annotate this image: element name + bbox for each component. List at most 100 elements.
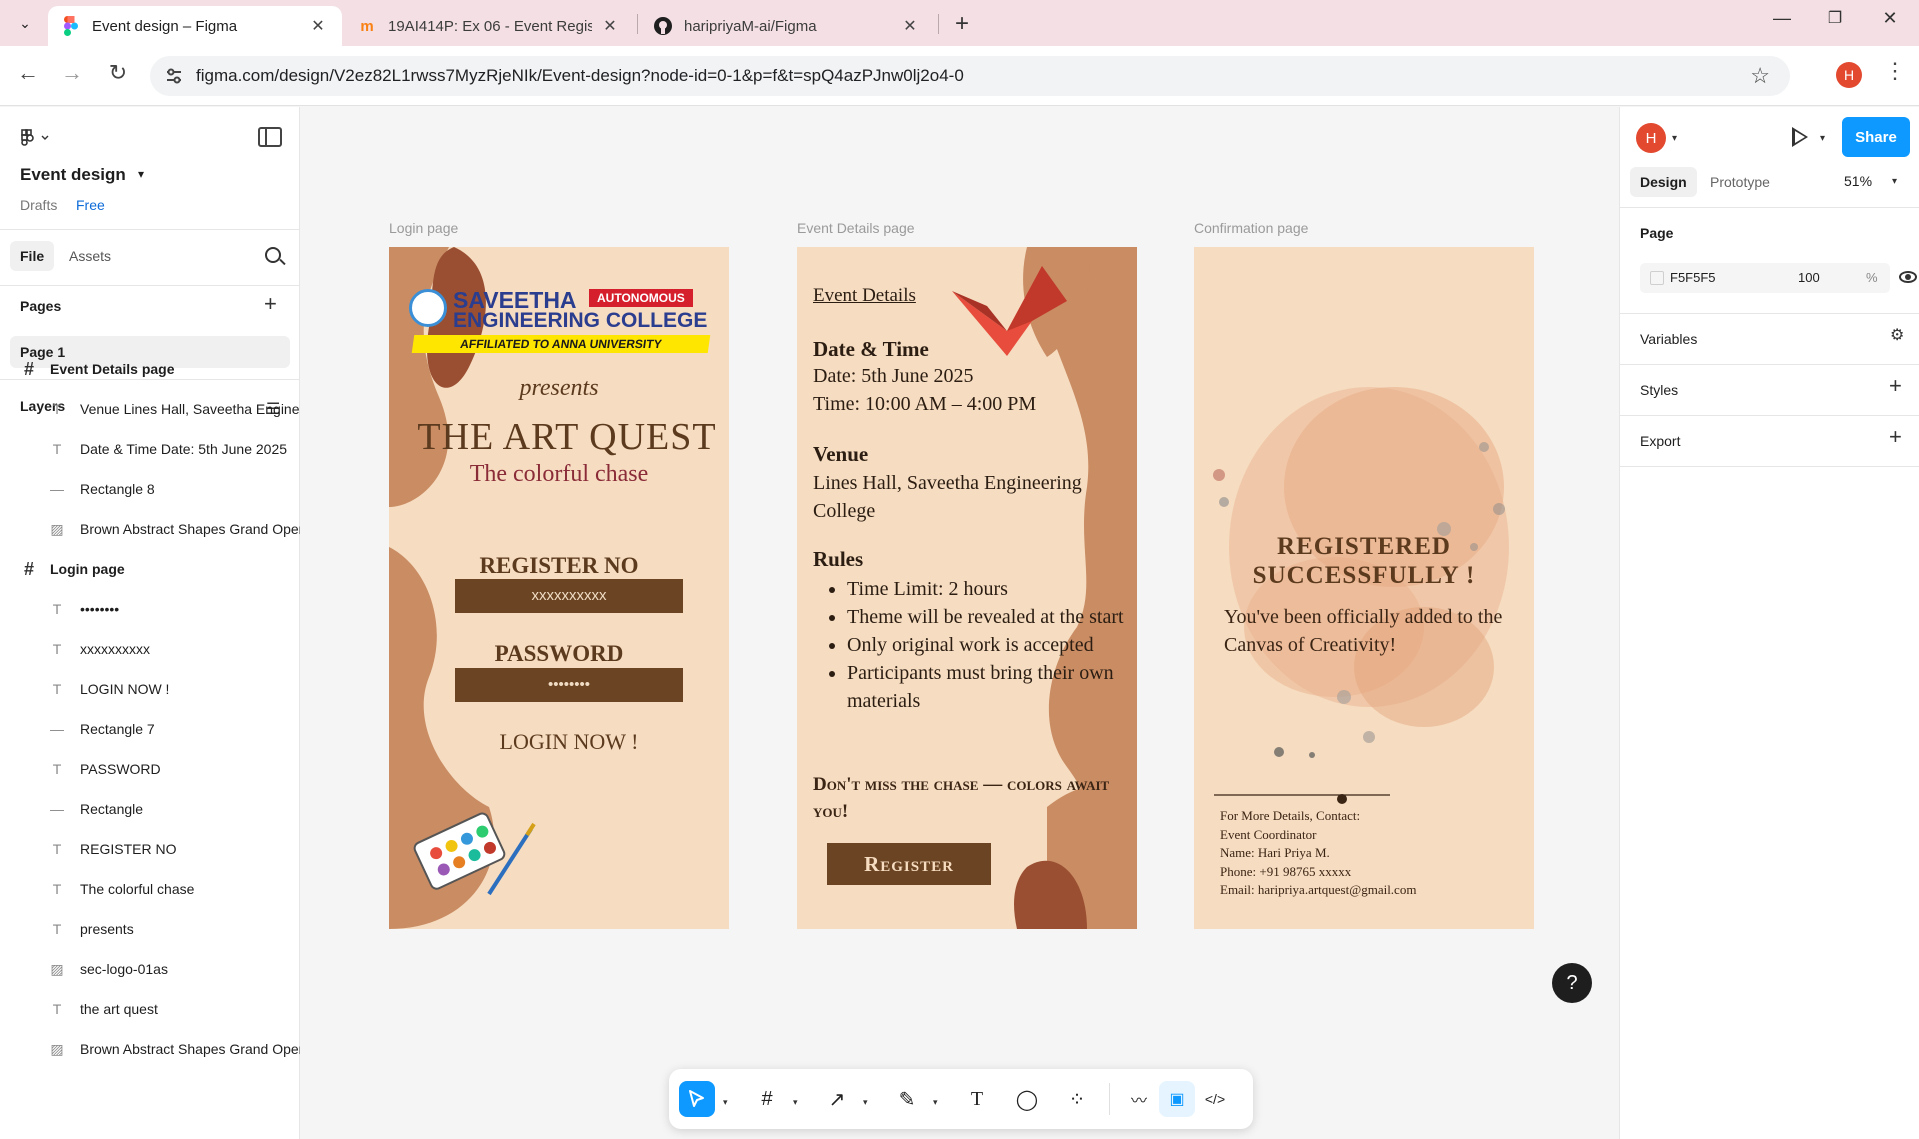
share-button[interactable]: Share — [1842, 117, 1910, 157]
frame-label-login[interactable]: Login page — [389, 220, 458, 236]
variables-section[interactable]: Variables — [1640, 331, 1697, 347]
layer-row[interactable]: # Event Details page — [0, 349, 300, 389]
line-arrow-tool-icon[interactable]: ↗ — [819, 1081, 855, 1117]
add-export-plus-icon[interactable]: + — [1889, 424, 1902, 450]
layer-row[interactable]: — Rectangle 7 — [0, 709, 300, 749]
layer-row[interactable]: T PASSWORD — [0, 749, 300, 789]
close-tab-icon[interactable]: ✕ — [600, 16, 620, 36]
layer-row[interactable]: T Venue Lines Hall, Saveetha Engineering … — [0, 389, 300, 429]
layer-row[interactable]: T •••••••• — [0, 589, 300, 629]
search-icon[interactable] — [265, 247, 281, 263]
variables-settings-icon[interactable]: ⚙ — [1890, 325, 1904, 345]
tab-moodle[interactable]: m 19AI414P: Ex 06 - Event Registr ✕ — [344, 6, 634, 46]
chevron-down-icon[interactable]: ▾ — [863, 1097, 868, 1108]
register-no-input[interactable]: xxxxxxxxxx — [455, 579, 683, 613]
login-artboard[interactable]: SAVEETHA AUTONOMOUS ENGINEERING COLLEGE … — [389, 247, 729, 929]
drafts-link[interactable]: Drafts — [20, 197, 57, 213]
chevron-down-icon[interactable]: ▾ — [1820, 133, 1825, 144]
layer-row[interactable]: ▨ sec-logo-01as — [0, 949, 300, 989]
text-tool-icon[interactable]: T — [959, 1081, 995, 1117]
layer-row[interactable]: # Login page — [0, 549, 300, 589]
file-menu-chevron-icon[interactable]: ▾ — [138, 167, 144, 181]
login-now-button[interactable]: LOGIN NOW ! — [389, 729, 729, 755]
layer-row[interactable]: Tpresents — [0, 909, 300, 949]
confirmation-artboard[interactable]: REGISTERED SUCCESSFULLY ! You've been of… — [1194, 247, 1534, 929]
layer-row[interactable]: — Rectangle — [0, 789, 300, 829]
chevron-down-icon[interactable]: ▾ — [793, 1097, 798, 1108]
layer-row[interactable]: ▨ Brown Abstract Shapes Grand Opening — [0, 509, 300, 549]
comment-tool-icon[interactable]: ◯ — [1009, 1081, 1045, 1117]
actions-tool-icon[interactable]: ⁘ — [1059, 1081, 1095, 1117]
bookmark-star-icon[interactable]: ☆ — [1750, 63, 1770, 89]
tab-file[interactable]: File — [10, 241, 55, 271]
layer-row[interactable]: T The colorful chase — [0, 869, 300, 909]
chevron-down-icon[interactable]: ▾ — [723, 1097, 728, 1108]
frame-label-confirmation[interactable]: Confirmation page — [1194, 220, 1308, 236]
file-name[interactable]: Event design — [20, 165, 126, 185]
tab-design[interactable]: Design — [1630, 167, 1697, 197]
back-arrow-icon[interactable]: ← — [12, 60, 44, 86]
tab-prototype[interactable]: Prototype — [1700, 167, 1780, 197]
close-tab-icon[interactable]: ✕ — [900, 16, 920, 36]
chevron-down-icon[interactable]: ▾ — [1892, 176, 1897, 187]
origami-crane-icon — [952, 266, 1067, 356]
collapse-sidebar-icon[interactable] — [258, 127, 282, 147]
present-play-icon[interactable] — [1792, 127, 1808, 147]
reload-icon[interactable]: ↻ — [102, 60, 134, 86]
move-tool-cursor-icon[interactable] — [679, 1081, 715, 1117]
frame-label-event-details[interactable]: Event Details page — [797, 220, 915, 236]
contact-line: Email: haripriya.artquest@gmail.com — [1220, 882, 1417, 897]
register-button[interactable]: Register — [827, 843, 991, 885]
export-section[interactable]: Export — [1640, 433, 1680, 449]
user-avatar[interactable]: H — [1636, 123, 1666, 153]
layer-name: the art quest — [80, 1001, 158, 1017]
password-input[interactable]: •••••••• — [455, 668, 683, 702]
layer-rect-icon: — — [50, 801, 64, 817]
layer-name: xxxxxxxxxx — [80, 641, 150, 657]
figma-main-menu-icon[interactable] — [20, 129, 50, 152]
forward-arrow-icon[interactable]: → — [56, 60, 88, 86]
tab-github[interactable]: haripriyaM-ai/Figma ✕ — [640, 6, 934, 46]
draw-mode-icon[interactable]: 〰 — [1121, 1081, 1157, 1117]
restore-window-icon[interactable]: ❐ — [1815, 8, 1855, 28]
add-page-plus-icon[interactable]: + — [264, 291, 277, 317]
college-name-line-2: ENGINEERING COLLEGE — [453, 309, 708, 332]
canvas[interactable]: Login page Event Details page Confirmati… — [301, 107, 1619, 1139]
tab-figma[interactable]: Event design – Figma ✕ — [48, 6, 342, 46]
event-details-artboard[interactable]: Event Details Date & Time Date: 5th June… — [797, 247, 1137, 929]
close-window-icon[interactable]: ✕ — [1870, 8, 1910, 29]
frame-tool-icon[interactable]: # — [749, 1081, 785, 1117]
layer-row[interactable]: Txxxxxxxxxx — [0, 629, 300, 669]
layer-text-icon: T — [52, 841, 62, 857]
browser-menu-icon[interactable]: ⋮ — [1884, 58, 1906, 84]
plan-badge[interactable]: Free — [76, 197, 105, 213]
close-tab-icon[interactable]: ✕ — [308, 16, 328, 36]
new-tab-plus-icon[interactable]: + — [948, 10, 976, 38]
dev-mode-code-icon[interactable]: </> — [1197, 1081, 1233, 1117]
site-info-icon[interactable] — [164, 66, 184, 86]
minimize-window-icon[interactable]: — — [1762, 8, 1802, 29]
visibility-eye-icon[interactable] — [1899, 271, 1917, 283]
page-color-hex[interactable]: F5F5F5 — [1670, 270, 1716, 285]
tab-assets[interactable]: Assets — [69, 241, 111, 271]
page-opacity-value[interactable]: 100 — [1798, 270, 1820, 285]
layer-row[interactable]: T LOGIN NOW ! — [0, 669, 300, 709]
layer-row[interactable]: ▨ Brown Abstract Shapes Grand Opening — [0, 1029, 300, 1069]
browser-profile-avatar[interactable]: H — [1836, 62, 1862, 88]
add-style-plus-icon[interactable]: + — [1889, 373, 1902, 399]
zoom-level[interactable]: 51% — [1844, 173, 1872, 189]
layer-row[interactable]: T Date & Time Date: 5th June 2025 — [0, 429, 300, 469]
layer-row[interactable]: T REGISTER NO — [0, 829, 300, 869]
pen-tool-icon[interactable]: ✎ — [889, 1081, 925, 1117]
page-color-field[interactable]: F5F5F5 100 % — [1640, 263, 1890, 293]
styles-section[interactable]: Styles — [1640, 382, 1678, 398]
help-button[interactable]: ? — [1552, 963, 1592, 1003]
color-swatch[interactable] — [1650, 271, 1664, 285]
layer-row[interactable]: — Rectangle 8 — [0, 469, 300, 509]
tab-search-chevron-icon[interactable]: ⌄ — [10, 9, 40, 37]
layer-row[interactable]: Tthe art quest — [0, 989, 300, 1029]
chevron-down-icon[interactable]: ▾ — [933, 1097, 938, 1108]
address-bar[interactable]: figma.com/design/V2ez82L1rwss7MyzRjeNIk/… — [150, 56, 1790, 96]
design-mode-icon[interactable]: ▣ — [1159, 1081, 1195, 1117]
chevron-down-icon[interactable]: ▾ — [1672, 133, 1677, 144]
